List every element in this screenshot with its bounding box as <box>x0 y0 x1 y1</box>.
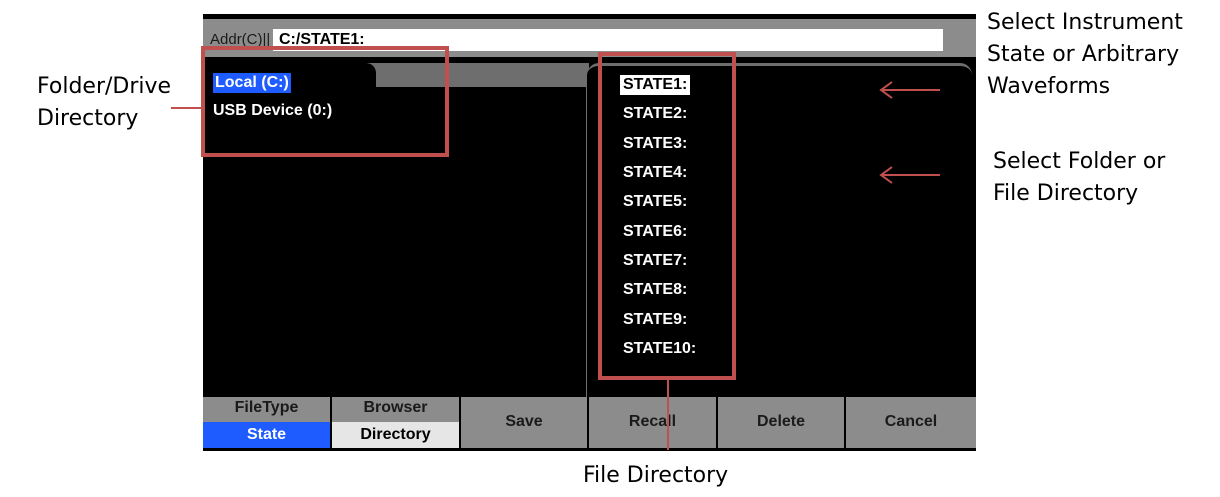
save-button[interactable]: Save <box>461 397 587 448</box>
cancel-label: Cancel <box>884 413 938 430</box>
browser-label: Browser <box>363 399 428 416</box>
annotation-line: Directory <box>37 106 139 131</box>
filetype-value: State <box>203 422 330 448</box>
browser-softkey[interactable]: Browser Directory <box>332 397 459 448</box>
annotation-line: Folder/Drive <box>37 74 172 99</box>
filetype-label: FileType <box>234 399 299 416</box>
file-directory-annotation: File Directory <box>583 463 729 488</box>
save-label: Save <box>505 413 543 430</box>
file-directory-pointer-line <box>667 380 669 450</box>
arrow-left-icon <box>879 166 940 184</box>
select-folder-annotation: Select Folder or File Directory <box>993 146 1165 210</box>
annotation-line: State or Arbitrary <box>987 42 1180 67</box>
annotation-line: Select Folder or <box>993 149 1166 174</box>
recall-button[interactable]: Recall <box>589 397 716 448</box>
annotation-line: File Directory <box>993 181 1139 206</box>
file-highlight-box <box>598 52 736 380</box>
drive-highlight-box <box>201 46 449 157</box>
softkey-bar: FileType State Browser Directory Save Re… <box>203 397 976 451</box>
browser-value: Directory <box>332 422 459 448</box>
folder-drive-pointer-line <box>171 107 204 109</box>
select-state-annotation: Select Instrument State or Arbitrary Wav… <box>987 7 1183 103</box>
recall-label: Recall <box>628 413 677 430</box>
delete-button[interactable]: Delete <box>718 397 844 448</box>
filetype-softkey[interactable]: FileType State <box>203 397 330 448</box>
arrow-left-icon <box>879 81 940 99</box>
annotation-line: Select Instrument <box>987 10 1183 35</box>
cancel-button[interactable]: Cancel <box>846 397 976 448</box>
delete-label: Delete <box>756 413 806 430</box>
annotation-line: Waveforms <box>987 74 1111 99</box>
folder-drive-annotation: Folder/Drive Directory <box>37 71 171 135</box>
